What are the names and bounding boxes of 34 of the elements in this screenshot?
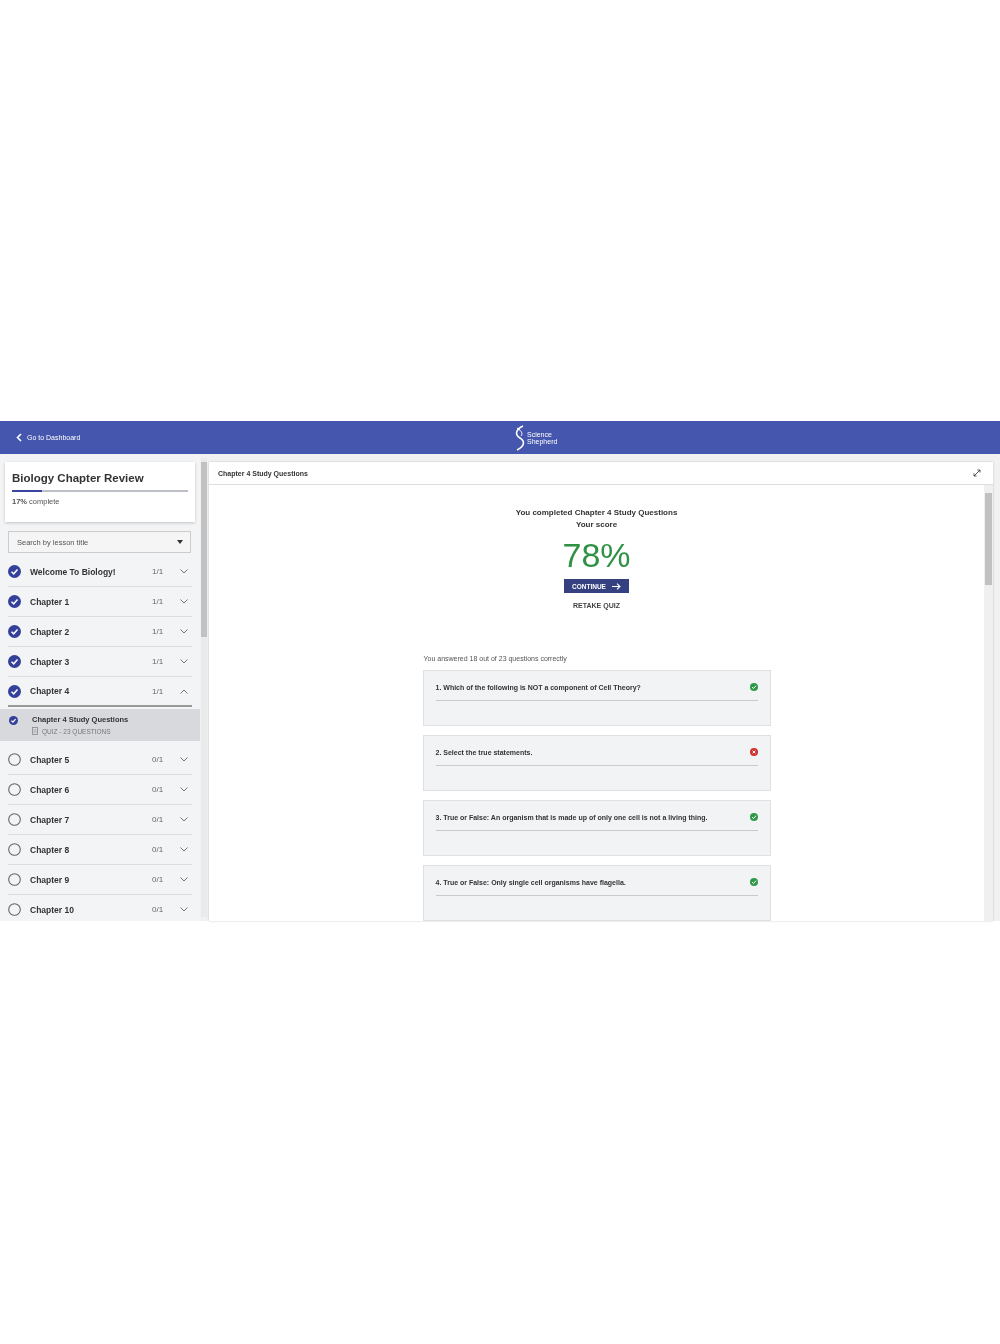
expand-icon[interactable] [973, 469, 981, 477]
chapter-item[interactable]: Chapter 1 1/1 [8, 587, 192, 617]
chapter-item[interactable]: Chapter 3 1/1 [8, 647, 192, 677]
arrow-right-icon [611, 582, 621, 590]
chapter-item[interactable]: Welcome To Biology! 1/1 [8, 557, 192, 587]
lesson-count: 1/1 [152, 657, 165, 666]
score-value: 78% [562, 535, 631, 575]
helix-icon [514, 425, 526, 451]
scrollbar[interactable] [201, 458, 207, 917]
chapter-item[interactable]: Chapter 5 0/1 [8, 745, 192, 775]
score-label: Your score [575, 519, 618, 531]
lesson-count: 0/1 [152, 785, 165, 794]
lesson-count: 1/1 [152, 597, 165, 606]
chapter-item[interactable]: Chapter 9 0/1 [8, 865, 192, 895]
lesson-count: 0/1 [152, 875, 165, 884]
course-title: Biology Chapter Review [12, 472, 145, 484]
lesson-count: 0/1 [152, 905, 165, 914]
completion-message: You completed Chapter 4 Study Questions [515, 507, 678, 519]
lesson-count: 0/1 [152, 815, 165, 824]
chapter-item[interactable]: Chapter 6 0/1 [8, 775, 192, 805]
chapter-item[interactable]: Chapter 7 0/1 [8, 805, 192, 835]
document-icon [32, 727, 38, 735]
lesson-count: 1/1 [152, 627, 165, 636]
chapter-item[interactable]: Chapter 2 1/1 [8, 617, 192, 647]
lesson-count: 0/1 [152, 755, 165, 764]
chevron-left-icon [16, 433, 22, 442]
lesson-count: 0/1 [152, 845, 165, 854]
scrollbar[interactable] [984, 485, 993, 921]
chapter-item[interactable]: Chapter 10 0/1 [8, 895, 192, 921]
lesson-count: 1/1 [152, 686, 165, 696]
caret-icon [177, 540, 183, 544]
lesson-count: 1/1 [152, 567, 165, 576]
chapter-item[interactable]: Chapter 8 0/1 [8, 835, 192, 865]
chapter-item[interactable]: Chapter 4 1/1 [8, 677, 192, 707]
